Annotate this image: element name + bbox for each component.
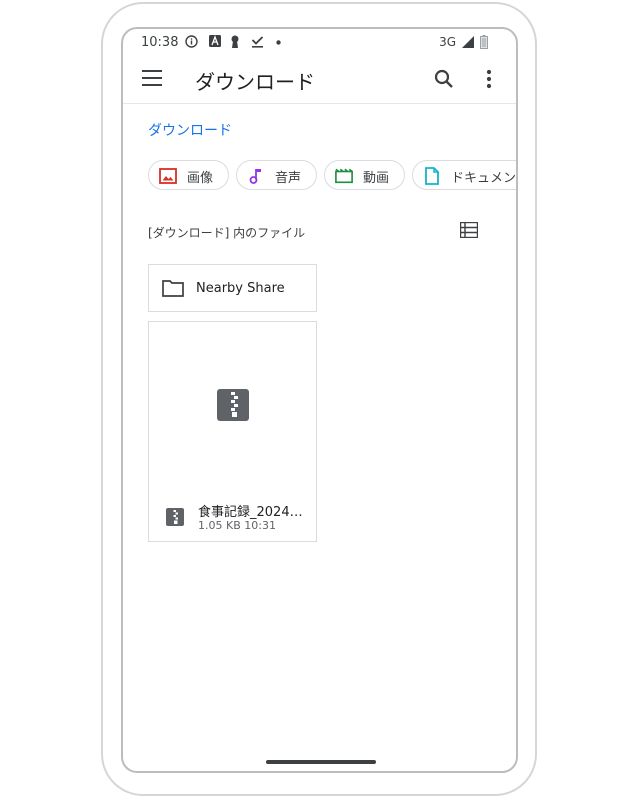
image-icon (159, 168, 177, 184)
movie-icon (335, 168, 353, 184)
chip-label: 音声 (275, 171, 302, 186)
status-time: 10:38 (141, 35, 179, 50)
signal-icon (462, 36, 474, 48)
chip-label: ドキュメン (451, 171, 517, 186)
phone-screen: 10:38 3G ダウンロード ダウンロード 画像 音声 動画 ドキュメン [ダ… (121, 27, 518, 773)
battery-icon (480, 35, 488, 49)
search-icon[interactable] (432, 67, 456, 91)
file-card[interactable]: 食事記録_2024… 1.05 KB 10:31 (148, 321, 317, 542)
status-bar: 10:38 3G (123, 29, 516, 55)
chip-documents[interactable]: ドキュメン (412, 160, 517, 190)
breadcrumb[interactable]: ダウンロード (148, 120, 232, 140)
section-label: [ダウンロード] 内のファイル (148, 226, 306, 240)
chip-label: 画像 (187, 171, 214, 186)
home-indicator[interactable] (266, 760, 376, 764)
app-bar: ダウンロード (123, 55, 516, 104)
page-title: ダウンロード (195, 70, 315, 94)
zip-icon (217, 389, 249, 421)
info-icon (185, 35, 198, 48)
chip-label: 動画 (363, 171, 390, 186)
dot-icon (276, 40, 281, 45)
menu-icon[interactable] (142, 70, 162, 86)
keyhole-icon (231, 35, 239, 48)
chip-images[interactable]: 画像 (148, 160, 229, 190)
folder-name: Nearby Share (196, 281, 285, 296)
a-icon (209, 35, 221, 47)
chip-audio[interactable]: 音声 (236, 160, 317, 190)
file-meta: 1.05 KB 10:31 (198, 519, 276, 532)
folder-card[interactable]: Nearby Share (148, 264, 317, 312)
list-view-icon[interactable] (460, 222, 478, 238)
zip-icon (166, 508, 184, 526)
more-vert-icon[interactable] (483, 67, 495, 91)
chip-video[interactable]: 動画 (324, 160, 405, 190)
network-type: 3G (439, 35, 456, 49)
folder-icon (162, 280, 184, 297)
category-chips: 画像 音声 動画 ドキュメン (148, 160, 517, 192)
document-icon (425, 167, 439, 185)
file-name: 食事記録_2024… (198, 505, 303, 520)
download-done-icon (251, 36, 264, 48)
music-note-icon (249, 169, 261, 184)
